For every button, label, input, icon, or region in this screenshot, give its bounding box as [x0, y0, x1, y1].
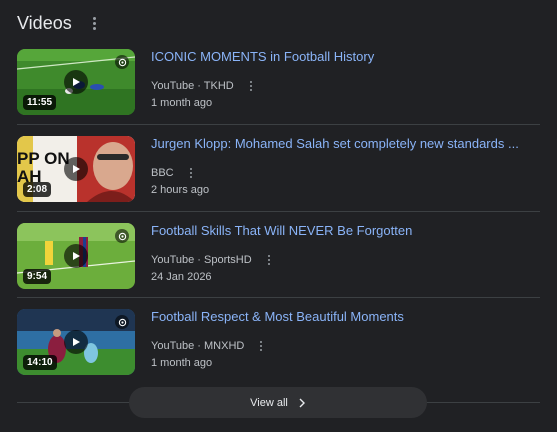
key-moments-icon — [115, 229, 129, 243]
video-duration: 2:08 — [23, 182, 52, 197]
video-duration: 14:10 — [23, 355, 57, 370]
key-moments-icon — [115, 315, 129, 329]
video-source: YouTube · SportsHD — [151, 254, 252, 266]
video-date: 1 month ago — [151, 357, 213, 369]
video-duration: 11:55 — [23, 95, 57, 110]
chevron-right-icon — [298, 398, 306, 408]
video-date: 2 hours ago — [151, 184, 210, 196]
video-source: YouTube · TKHD — [151, 80, 234, 92]
video-thumbnail[interactable]: PP ON AH 2:08 — [17, 136, 135, 202]
video-source: YouTube · MNXHD — [151, 340, 245, 352]
more-options-icon[interactable] — [244, 79, 258, 93]
view-all-button[interactable]: View all — [129, 387, 427, 418]
video-item[interactable]: PP ON AH 2:08 Jurgen Klopp: Mohamed Sala… — [17, 136, 540, 204]
more-options-icon[interactable] — [184, 166, 198, 180]
key-moments-icon — [115, 55, 129, 69]
view-all-label: View all — [250, 396, 288, 409]
video-meta: YouTube · TKHD — [151, 79, 258, 93]
video-title[interactable]: ICONIC MOMENTS in Football History — [151, 49, 374, 64]
divider — [17, 211, 540, 212]
video-meta: YouTube · MNXHD — [151, 339, 268, 353]
play-icon[interactable] — [64, 244, 88, 268]
video-duration: 9:54 — [23, 269, 52, 284]
section-title: Videos — [17, 12, 72, 33]
video-thumbnail[interactable]: 9:54 — [17, 223, 135, 289]
video-thumbnail[interactable]: 14:10 — [17, 309, 135, 375]
video-title[interactable]: Football Skills That Will NEVER Be Forgo… — [151, 223, 412, 238]
video-title[interactable]: Jurgen Klopp: Mohamed Salah set complete… — [151, 136, 519, 151]
video-title[interactable]: Football Respect & Most Beautiful Moment… — [151, 309, 404, 324]
play-icon[interactable] — [64, 70, 88, 94]
video-date: 1 month ago — [151, 97, 213, 109]
video-item[interactable]: 11:55 ICONIC MOMENTS in Football History… — [17, 49, 540, 117]
video-date: 24 Jan 2026 — [151, 271, 212, 283]
more-options-icon[interactable] — [254, 339, 268, 353]
video-item[interactable]: 9:54 Football Skills That Will NEVER Be … — [17, 223, 540, 291]
video-meta: YouTube · SportsHD — [151, 253, 276, 267]
video-item[interactable]: 14:10 Football Respect & Most Beautiful … — [17, 309, 540, 377]
play-icon[interactable] — [64, 157, 88, 181]
more-options-icon[interactable] — [262, 253, 276, 267]
divider — [17, 124, 540, 125]
divider — [17, 297, 540, 298]
video-thumbnail[interactable]: 11:55 — [17, 49, 135, 115]
play-icon[interactable] — [64, 330, 88, 354]
video-meta: BBC — [151, 166, 198, 180]
video-source: BBC — [151, 167, 174, 179]
videos-card: Videos 11:55 ICONIC MOMENTS in Football … — [0, 0, 557, 432]
svg-text:PP ON: PP ON — [17, 149, 70, 168]
more-options-icon[interactable] — [88, 14, 102, 32]
videos-header: Videos — [17, 10, 102, 36]
